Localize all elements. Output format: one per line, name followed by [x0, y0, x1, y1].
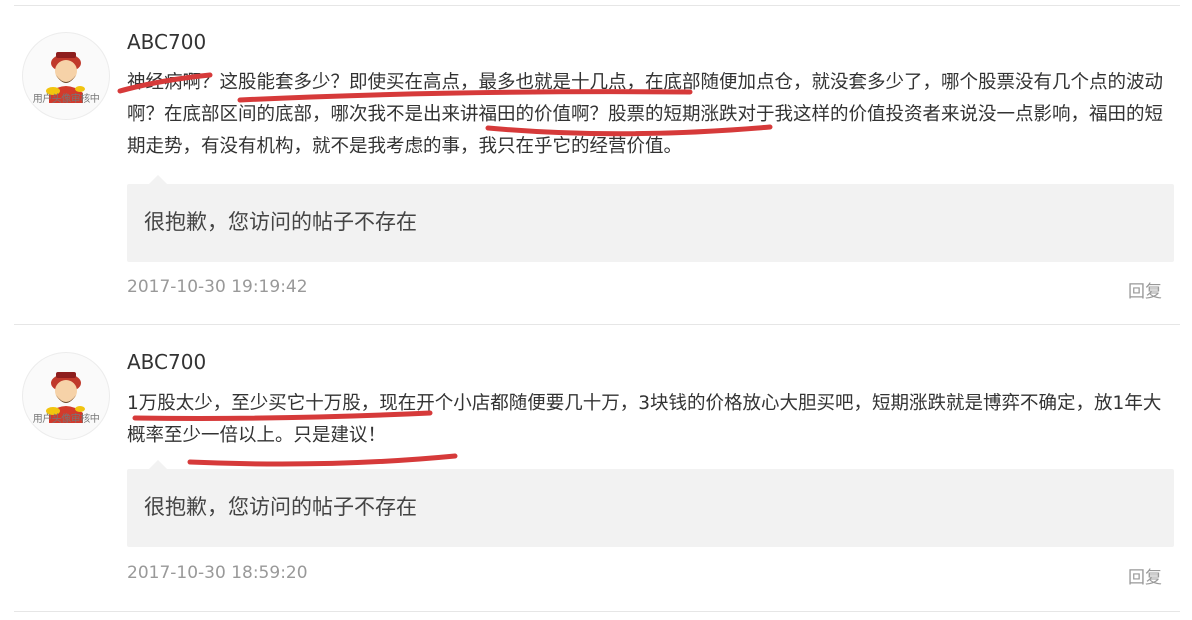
timestamp: 2017-10-30 19:19:42	[127, 277, 308, 297]
comment-text: 1万股太少，至少买它十万股，现在开个小店都随便要几十万，3块钱的价格放心大胆买吧…	[127, 393, 1162, 446]
comment-divider	[14, 324, 1180, 325]
red-underline-mark	[187, 453, 458, 467]
quoted-post[interactable]: 很抱歉，您访问的帖子不存在	[127, 175, 1174, 262]
bottom-divider	[14, 611, 1180, 612]
username[interactable]: ABC700	[127, 350, 206, 374]
caishen-avatar-icon	[46, 372, 85, 423]
quoted-post-text: 很抱歉，您访问的帖子不存在	[144, 210, 417, 234]
avatar[interactable]: 用户头像审核中	[22, 352, 110, 440]
caishen-avatar-icon	[46, 52, 85, 103]
username[interactable]: ABC700	[127, 30, 206, 54]
quoted-post-text: 很抱歉，您访问的帖子不存在	[144, 495, 417, 519]
reply-button[interactable]: 回复	[1128, 277, 1162, 302]
reply-button[interactable]: 回复	[1128, 563, 1162, 588]
quoted-post[interactable]: 很抱歉，您访问的帖子不存在	[127, 460, 1174, 547]
comment-text: 神经病啊？这股能套多少？即使买在高点，最多也就是十几点，在底部随便加点仓，就没套…	[127, 72, 1164, 157]
top-divider	[14, 5, 1180, 6]
timestamp: 2017-10-30 18:59:20	[127, 563, 308, 583]
avatar-caption: 用户头像审核中	[32, 94, 100, 105]
avatar-caption: 用户头像审核中	[32, 414, 100, 425]
avatar[interactable]: 用户头像审核中	[22, 32, 110, 120]
